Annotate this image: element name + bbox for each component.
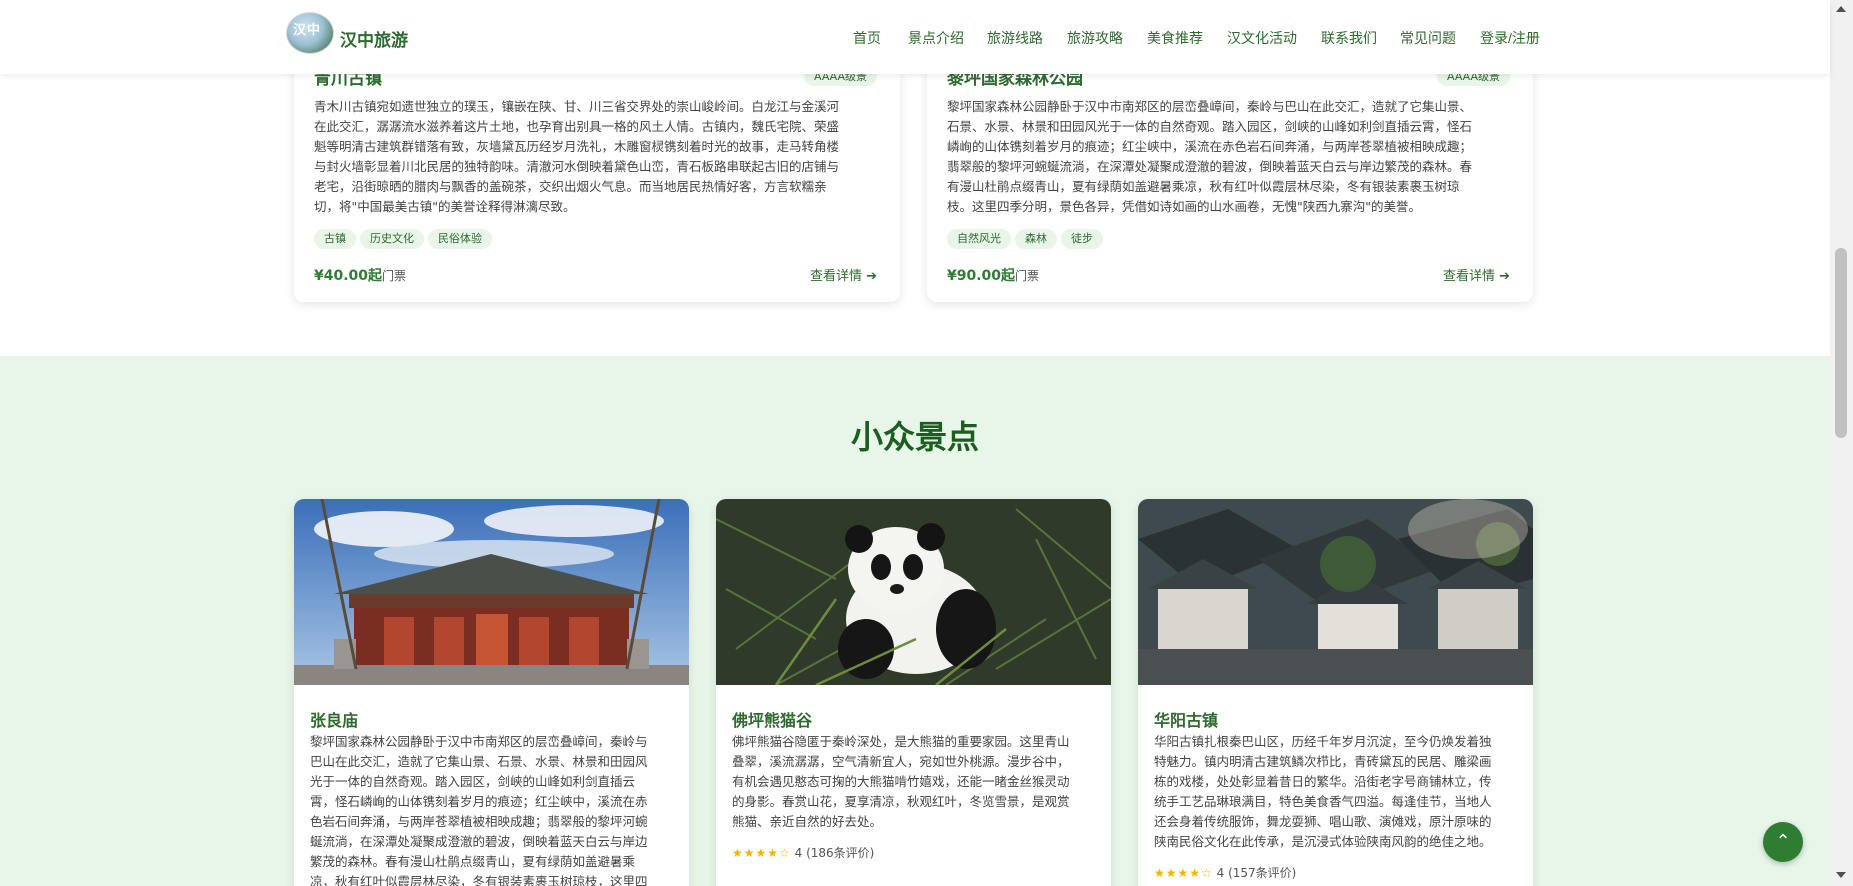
price: ¥40.00起 bbox=[314, 268, 383, 284]
section-title: 小众景点 bbox=[850, 418, 979, 456]
view-details-link[interactable]: 查看详情 ➔ bbox=[1443, 265, 1510, 284]
nav-item-culture[interactable]: 汉文化活动 bbox=[1227, 28, 1297, 48]
desc-line: 光于一体的自然奇观。踏入园区，剑峡的山峰如利剑直插云 bbox=[310, 774, 636, 789]
desc-line: 繁茂的森林。春有漫山杜鹃点缀青山，夏有绿荫如盖避暑乘 bbox=[310, 854, 636, 869]
tag[interactable]: 民俗体验 bbox=[428, 229, 492, 249]
nav-item-home[interactable]: 首页 bbox=[853, 28, 881, 48]
spot-rating: ★★★★☆ 4 (186条评价) bbox=[732, 844, 874, 861]
price-unit: 门票 bbox=[1015, 269, 1040, 283]
desc-line: 的身影。春赏山花，夏享清凉，秋观红叶，冬览雪景，是观赏 bbox=[732, 794, 1070, 809]
tag[interactable]: 徒步 bbox=[1061, 229, 1103, 249]
spot-rating: ★★★★☆ 4 (157条评价) bbox=[1154, 864, 1296, 881]
rating-count: 4 (157条评价) bbox=[1216, 866, 1297, 880]
spot-name: 佛坪熊猫谷 bbox=[732, 711, 813, 730]
tag[interactable]: 古镇 bbox=[314, 229, 356, 249]
spot-description: 黎坪国家森林公园静卧于汉中市南郑区的层峦叠嶂间，秦岭与 巴山在此交汇，造就了它集… bbox=[310, 732, 674, 886]
tag[interactable]: 历史文化 bbox=[360, 229, 424, 249]
spot-card[interactable]: 佛坪熊猫谷 佛坪熊猫谷隐匿于秦岭深处，是大熊猫的重要家园。这里青山 叠翠，溪流潺… bbox=[716, 499, 1111, 886]
spot-card[interactable]: 华阳古镇 华阳古镇扎根秦巴山区，历经千年岁月沉淀，至今仍焕发着独 特魅力。镇内明… bbox=[1138, 499, 1533, 886]
page-scrollbar[interactable] bbox=[1830, 0, 1853, 886]
desc-line: 色岩石间奔涌，与两岸苍翠植被相映成趣；翡翠般的黎坪河蜿 bbox=[310, 814, 648, 829]
desc-line: 巴山在此交汇，造就了它集山景、石景、水景、林景和田园风 bbox=[310, 754, 648, 769]
nav-item-guides[interactable]: 旅游攻略 bbox=[1067, 28, 1123, 48]
star-rating-icon: ★★★★☆ bbox=[732, 846, 791, 860]
tag[interactable]: 自然风光 bbox=[947, 229, 1011, 249]
scroll-down-arrow-icon[interactable] bbox=[1836, 872, 1846, 878]
desc-line: 有漫山杜鹃点缀青山，夏有绿荫如盖避暑乘凉，秋有红叶似霞层林尽染，冬有银装素裹玉树… bbox=[947, 179, 1460, 194]
price: ¥90.00起 bbox=[947, 268, 1016, 284]
desc-line: 切，将"中国最美古镇"的美誉诠释得淋漓尽致。 bbox=[314, 199, 576, 214]
desc-line: 霄，怪石嶙峋的山体镌刻着岁月的痕迹；红尘峡中，溪流在赤 bbox=[310, 794, 648, 809]
spot-image-panda[interactable] bbox=[716, 499, 1111, 685]
spot-image-town[interactable] bbox=[1138, 499, 1533, 685]
nav-item-food[interactable]: 美食推荐 bbox=[1147, 28, 1203, 48]
desc-line: 石景、水景、林景和田园风光于一体的自然奇观。踏入园区，剑峡的山峰如利剑直插云霄，… bbox=[947, 119, 1473, 134]
nav-item-faq[interactable]: 常见问题 bbox=[1400, 28, 1456, 48]
star-rating-icon: ★★★★☆ bbox=[1154, 866, 1213, 880]
desc-line: 陕南民俗文化在此传承，是沉浸式体验陕南风韵的绝佳之地。 bbox=[1154, 834, 1492, 849]
attraction-card[interactable]: 黎坪国家森林公园 AAAA级景 黎坪国家森林公园静卧于汉中市南郑区的层峦叠嶂间，… bbox=[927, 40, 1533, 302]
niche-spots-section: 小众景点 张良庙 黎坪国家森林公园静卧于汉中市南郑区的层峦叠嶂间，秦岭与 巴山在… bbox=[0, 356, 1830, 886]
desc-line: 蜒流淌，在深潭处凝聚成澄澈的碧波，倒映着蓝天白云与岸边 bbox=[310, 834, 648, 849]
desc-line: 叠翠，溪流潺潺，空气清新宜人，宛如世外桃源。漫步谷中， bbox=[732, 754, 1070, 769]
rating-count: 4 (186条评价) bbox=[794, 846, 875, 860]
desc-line: 特魅力。镇内明清古建筑鳞次栉比，青砖黛瓦的民居、雕梁画 bbox=[1154, 754, 1492, 769]
nav-item-attractions[interactable]: 景点介绍 bbox=[908, 28, 964, 48]
panda-photo bbox=[716, 499, 1111, 685]
desc-line: 熊猫、亲近自然的好去处。 bbox=[732, 814, 883, 829]
card-description: 青木川古镇宛如遗世独立的璞玉，镶嵌在陕、甘、川三省交界处的崇山峻岭间。白龙江与金… bbox=[314, 97, 839, 217]
card-description: 黎坪国家森林公园静卧于汉中市南郑区的层峦叠嶂间，秦岭与巴山在此交汇，造就了它集山… bbox=[947, 97, 1472, 217]
price-unit: 门票 bbox=[382, 269, 407, 283]
spot-name: 张良庙 bbox=[310, 711, 359, 730]
desc-line: 青木川古镇宛如遗世独立的璞玉，镶嵌在陕、甘、川三省交界处的崇山峻岭间。白龙江与金… bbox=[314, 99, 840, 114]
desc-line: 统手工艺品琳琅满目，特色美食香气四溢。每逢佳节，当地人 bbox=[1154, 794, 1492, 809]
nav-item-routes[interactable]: 旅游线路 bbox=[987, 28, 1043, 48]
desc-line: 黎坪国家森林公园静卧于汉中市南郑区的层峦叠嶂间，秦岭与巴山在此交汇，造就了它集山… bbox=[947, 99, 1473, 114]
desc-line: 有机会遇见憨态可掬的大熊猫啃竹嬉戏，还能一睹金丝猴灵动 bbox=[732, 774, 1070, 789]
temple-photo bbox=[294, 499, 689, 685]
desc-line: 还会身着传统服饰，舞龙耍狮、唱山歌、演傩戏，原汁原味的 bbox=[1154, 814, 1492, 829]
spot-card[interactable]: 张良庙 黎坪国家森林公园静卧于汉中市南郑区的层峦叠嶂间，秦岭与 巴山在此交汇，造… bbox=[294, 499, 689, 886]
spot-image-temple[interactable] bbox=[294, 499, 689, 685]
nav-item-login[interactable]: 登录/注册 bbox=[1480, 28, 1540, 48]
spot-description: 华阳古镇扎根秦巴山区，历经千年岁月沉淀，至今仍焕发着独 特魅力。镇内明清古建筑鳞… bbox=[1154, 732, 1518, 852]
view-details-link[interactable]: 查看详情 ➔ bbox=[810, 265, 877, 284]
desc-line: 老宅，沿街晾晒的腊肉与飘香的盖碗茶，交织出烟火气息。而当地居民热情好客，方言软糯… bbox=[314, 179, 827, 194]
spot-name: 华阳古镇 bbox=[1154, 711, 1219, 730]
desc-line: 在此交汇，潺潺流水滋养着这片土地，也孕育出别具一格的风土人情。古镇内，魏氏宅院、… bbox=[314, 119, 840, 134]
desc-line: 佛坪熊猫谷隐匿于秦岭深处，是大熊猫的重要家园。这里青山 bbox=[732, 734, 1070, 749]
tag[interactable]: 森林 bbox=[1015, 229, 1057, 249]
town-photo bbox=[1138, 499, 1533, 685]
nav-item-contact[interactable]: 联系我们 bbox=[1321, 28, 1377, 48]
back-to-top-button[interactable]: ⌃ bbox=[1763, 822, 1803, 862]
spot-description: 佛坪熊猫谷隐匿于秦岭深处，是大熊猫的重要家园。这里青山 叠翠，溪流潺潺，空气清新… bbox=[732, 732, 1096, 832]
site-header: 汉中 汉中旅游 首页 景点介绍 旅游线路 旅游攻略 美食推荐 汉文化活动 联系我… bbox=[0, 0, 1830, 74]
scroll-up-arrow-icon[interactable] bbox=[1836, 6, 1846, 12]
desc-line: 与封火墙彰显着川北民居的独特韵味。清澈河水倒映着黛色山峦，青石板路串联起古旧的店… bbox=[314, 159, 840, 174]
desc-line: 黎坪国家森林公园静卧于汉中市南郑区的层峦叠嶂间，秦岭与 bbox=[310, 734, 648, 749]
desc-line: 翡翠般的黎坪河蜿蜒流淌，在深潭处凝聚成澄澈的碧波，倒映着蓝天白云与岸边繁茂的森林… bbox=[947, 159, 1473, 174]
desc-line: 栋的戏楼，处处彰显着昔日的繁华。沿街老字号商铺林立，传 bbox=[1154, 774, 1492, 789]
desc-line: 魁等明清古建筑群错落有致，灰墙黛瓦历经岁月洗礼，木雕窗棂镌刻着时光的故事，走马转… bbox=[314, 139, 840, 154]
scrollbar-thumb[interactable] bbox=[1835, 248, 1847, 438]
desc-line: 枝。这里四季分明，景色各异，凭借如诗如画的山水画卷，无愧"陕西九寨沟"的美誉。 bbox=[947, 199, 1422, 214]
desc-line: 华阳古镇扎根秦巴山区，历经千年岁月沉淀，至今仍焕发着独 bbox=[1154, 734, 1492, 749]
desc-line: 凉，秋有红叶似霞层林尽染，冬有银装素裹玉树琼枝，这里四 bbox=[310, 874, 648, 886]
main-nav: 首页 景点介绍 旅游线路 旅游攻略 美食推荐 汉文化活动 联系我们 常见问题 登… bbox=[0, 28, 1830, 48]
attraction-card[interactable]: 青川古镇 AAAA级景 青木川古镇宛如遗世独立的璞玉，镶嵌在陕、甘、川三省交界处… bbox=[294, 40, 900, 302]
desc-line: 嶙峋的山体镌刻着岁月的痕迹；红尘峡中，溪流在赤色岩石间奔涌，与两岸苍翠植被相映成… bbox=[947, 139, 1473, 154]
